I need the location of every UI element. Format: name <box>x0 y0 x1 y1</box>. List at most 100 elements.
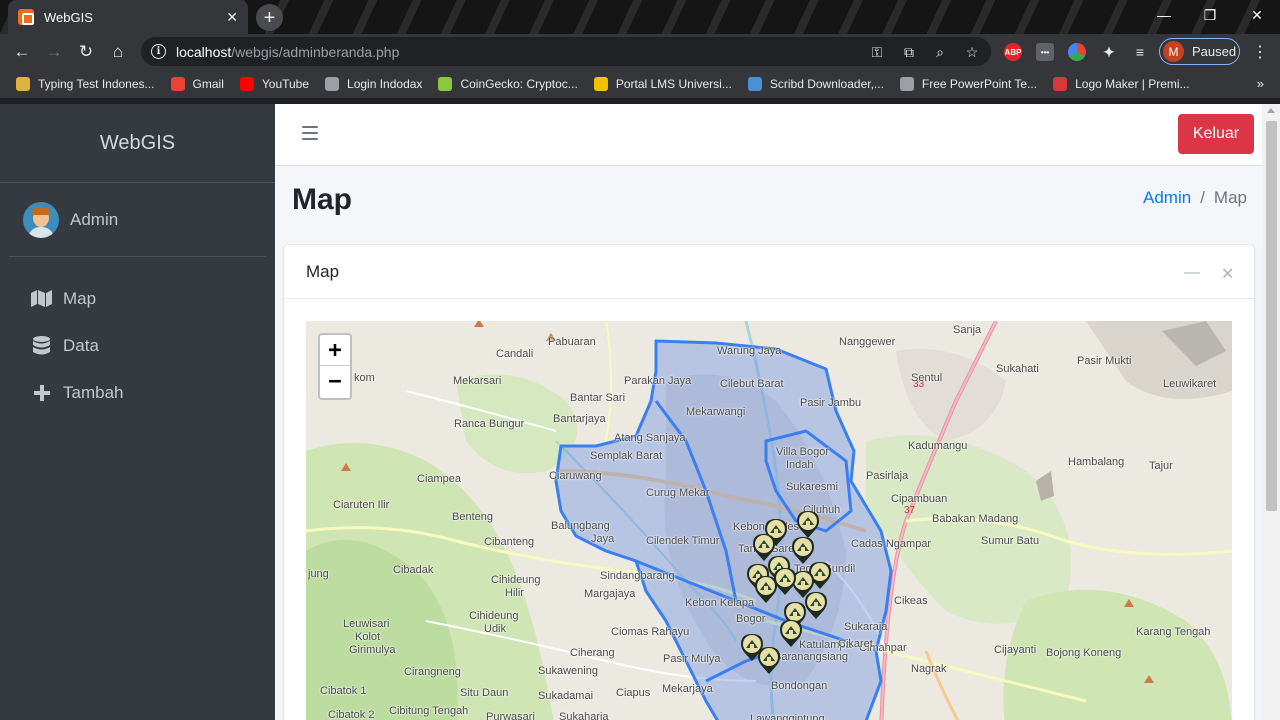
map-place-label: Pasir Jambu <box>800 397 862 409</box>
map-place-label: Ciaruten Ilir <box>333 499 390 511</box>
breadcrumb-separator: / <box>1200 188 1205 207</box>
restore-button[interactable]: ❐ <box>1187 0 1233 30</box>
map-place-label: Ciampea <box>417 473 462 485</box>
browser-tab[interactable]: WebGIS ✕ <box>8 0 248 34</box>
map-marker-icon[interactable] <box>758 647 780 674</box>
map-marker-icon[interactable] <box>797 511 819 538</box>
extensions-puzzle-icon[interactable]: ✦ <box>1100 43 1118 61</box>
zoom-out-button[interactable]: − <box>320 366 350 397</box>
map-place-label: Cihideung <box>469 610 519 622</box>
home-button[interactable]: ⌂ <box>106 40 130 64</box>
bookmark-star-icon[interactable]: ☆ <box>964 44 980 60</box>
scroll-up-icon[interactable] <box>1267 108 1275 113</box>
menu-toggle-icon[interactable] <box>302 126 318 140</box>
bookmark-favicon-icon <box>16 77 30 91</box>
adblock-plus-icon[interactable]: ABP <box>1004 43 1022 61</box>
map-place-label: kom <box>354 372 375 384</box>
sidebar-item-label: Map <box>63 288 97 308</box>
profile-button[interactable]: M Paused <box>1159 38 1240 65</box>
site-info-icon[interactable]: i <box>151 44 166 59</box>
map-place-label: Pabuaran <box>548 336 596 348</box>
map-place-label: Cirangneng <box>404 666 461 678</box>
map-place-label: Karang Tengah <box>1136 626 1211 638</box>
bookmark-item[interactable]: YouTube <box>239 77 309 91</box>
new-tab-button[interactable]: + <box>256 4 283 31</box>
avatar <box>23 201 59 238</box>
tab-title: WebGIS <box>44 9 93 25</box>
window-close-button[interactable]: ✕ <box>1234 0 1280 30</box>
bookmark-item[interactable]: Logo Maker | Premi... <box>1053 77 1190 91</box>
bookmark-item[interactable]: Scribd Downloader,... <box>747 77 884 91</box>
map-place-label: Ciapus <box>616 687 651 699</box>
map-place-label: Warung Jaya <box>717 345 782 357</box>
url-text[interactable]: localhost/webgis/adminberanda.php <box>176 44 399 60</box>
map-place-label: Cibanteng <box>484 536 535 548</box>
map-place-label: Cibatok 1 <box>320 685 367 697</box>
map-place-label: Sukaraja <box>844 621 888 633</box>
bookmark-favicon-icon <box>593 77 608 91</box>
map-view[interactable]: 33 37 Sanja Pabuaran Nanggewer Candali Warun… <box>306 321 1232 720</box>
map-place-label: Benteng <box>452 511 493 523</box>
forward-button[interactable]: → <box>42 40 66 64</box>
bookmarks-overflow-icon[interactable]: » <box>1257 76 1264 91</box>
brand-link[interactable]: WebGIS <box>0 104 275 183</box>
page-scrollbar[interactable] <box>1262 104 1280 720</box>
close-icon[interactable]: ✕ <box>1221 264 1234 284</box>
map-place-label: Sukahati <box>996 363 1039 375</box>
minimize-button[interactable]: — <box>1141 0 1187 30</box>
xampp-favicon-icon <box>18 9 34 25</box>
map-place-label: Pasir Mukti <box>1077 355 1132 367</box>
media-queue-icon[interactable]: ≡ <box>1131 43 1149 61</box>
extension-dots-icon[interactable]: ••• <box>1036 43 1054 61</box>
browser-menu-icon[interactable]: ⋮ <box>1252 42 1268 62</box>
bookmark-item[interactable]: CoinGecko: Cryptoc... <box>438 77 578 91</box>
breadcrumb-admin-link[interactable]: Admin <box>1143 188 1191 208</box>
zoom-in-button[interactable]: + <box>320 335 350 366</box>
map-place-label: Hambalang <box>1068 456 1125 468</box>
bookmark-item[interactable]: Gmail <box>170 77 224 91</box>
zoom-icon[interactable]: ⌕ <box>932 44 948 60</box>
profile-avatar: M <box>1163 41 1184 62</box>
bookmark-label: Gmail <box>192 77 224 91</box>
user-panel[interactable]: Admin <box>9 183 266 257</box>
sidebar-nav: Map Data Tambah <box>0 275 275 416</box>
color-extension-icon[interactable] <box>1068 43 1086 61</box>
map-place-label: Sukadamai <box>538 690 594 702</box>
key-icon[interactable]: ⚿ <box>869 44 885 60</box>
map-place-label: Ranca Bungur <box>454 418 525 430</box>
map-place-label: Mekarwangi <box>686 406 746 418</box>
map-place-label: Lawanggintung <box>750 713 825 720</box>
map-place-label: Cipambuan <box>891 493 948 505</box>
plus-icon <box>31 384 52 401</box>
map-marker-icon[interactable] <box>774 568 796 595</box>
reload-button[interactable]: ↻ <box>74 40 98 64</box>
map-marker-icon[interactable] <box>792 537 814 564</box>
map-place-label: Balungbang <box>551 520 610 532</box>
address-bar[interactable]: i localhost/webgis/adminberanda.php ⚿ ⧉ … <box>141 37 991 66</box>
map-marker-icon[interactable] <box>805 592 827 619</box>
back-button[interactable]: ← <box>10 40 34 64</box>
translate-icon[interactable]: ⧉ <box>901 44 917 60</box>
bookmark-item[interactable]: Free PowerPoint Te... <box>899 77 1037 91</box>
collapse-icon[interactable]: — <box>1184 264 1200 282</box>
map-place-label: Sentul <box>911 372 943 384</box>
bookmark-item[interactable]: Login Indodax <box>325 77 422 91</box>
map-place-label: Ciaruwang <box>549 470 602 482</box>
map-place-label: Cikeas <box>894 595 928 607</box>
map-place-label: Leuwisari <box>343 618 390 630</box>
scrollbar-thumb[interactable] <box>1266 121 1277 511</box>
bookmark-favicon-icon <box>170 77 185 91</box>
map-place-label: Curug Mekar <box>646 487 710 499</box>
map-place-label: Sukaharja <box>559 711 609 720</box>
bookmark-item[interactable]: Typing Test Indones... <box>16 77 155 91</box>
map-place-label: Indah <box>786 459 814 471</box>
logout-button[interactable]: Keluar <box>1178 114 1254 154</box>
sidebar-item-tambah[interactable]: Tambah <box>0 369 275 416</box>
breadcrumb-current: Map <box>1213 188 1247 207</box>
sidebar-item-data[interactable]: Data <box>0 322 275 369</box>
sidebar-item-map[interactable]: Map <box>0 275 275 322</box>
bookmark-item[interactable]: Portal LMS Universi... <box>593 77 732 91</box>
tab-close-icon[interactable]: ✕ <box>226 9 238 26</box>
profile-status: Paused <box>1192 44 1237 59</box>
map-marker-icon[interactable] <box>780 620 802 647</box>
